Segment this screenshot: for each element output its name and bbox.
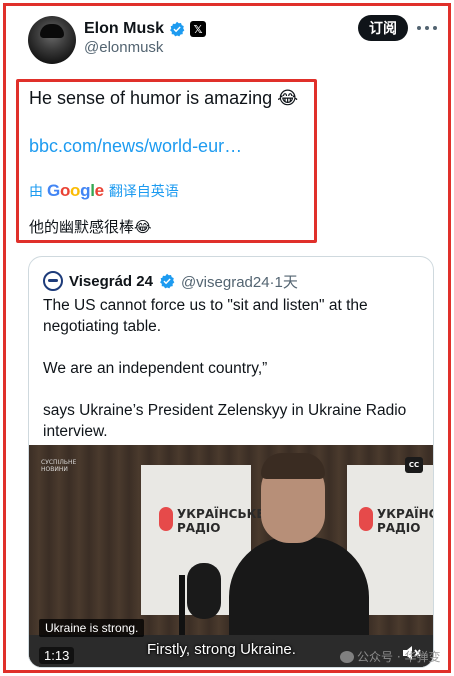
quoted-paragraph: We are an independent country,” [43,360,268,377]
more-options-icon[interactable] [417,18,437,38]
radio-logo-mark [159,507,173,531]
radio-brand-text: УКРАЇНСЬКЕРАДІО [177,507,265,535]
author-name-row: Elon Musk 𝕏 [84,18,207,40]
x-affiliation-icon: 𝕏 [190,21,207,37]
translate-source-link[interactable]: 翻译自英语 [109,181,179,201]
quoted-verified-badge-icon [160,273,175,289]
quoted-tweet-card[interactable]: Visegrád 24 @visegrad24·1天 The US cannot… [28,256,434,668]
wechat-icon [340,650,354,663]
tweet-link[interactable]: bbc.com/news/world-eur… [29,136,242,157]
quoted-tweet-header: Visegrád 24 @visegrad24·1天 [43,270,298,292]
tweet-text: He sense of humor is amazing 😂 [29,88,299,108]
quoted-author-avatar[interactable] [43,271,63,291]
speaker-hair [261,453,325,479]
microphone-icon [187,563,221,619]
quoted-paragraph: The US cannot force us to "sit and liste… [43,297,368,335]
author-display-name[interactable]: Elon Musk [84,20,164,38]
author-handle[interactable]: @elonmusk [84,39,163,56]
quoted-author-handle-time: @visegrad24·1天 [180,273,298,291]
quoted-paragraph: says Ukraine’s President Zelenskyy in Uk… [43,402,407,440]
verified-badge-icon [170,21,185,37]
google-logo: Google [47,181,104,200]
video-duration: 1:13 [39,647,75,664]
watermark-text: 公众号 · 华弹变 [357,650,441,664]
author-avatar[interactable] [28,16,76,64]
subscribe-button[interactable]: 订阅 [358,15,408,41]
video-player[interactable]: УКРАЇНСЬКЕРАДІО УКРАЇНСЬКЕРАДІО СУСПІЛЬН… [29,445,433,667]
quoted-tweet-body: The US cannot force us to "sit and liste… [43,295,423,442]
video-caption-small: Ukraine is strong. [39,619,145,637]
closed-captions-icon[interactable]: CC [405,457,423,473]
channel-logo: СУСПІЛЬНЕ НОВИНИ [41,459,77,473]
quoted-author-name[interactable]: Visegrád 24 [69,273,153,290]
watermark: 公众号 · 华弹变 [340,648,440,665]
radio-brand-text: УКРАЇНСЬКЕРАДІО [377,507,433,535]
translated-text: 他的幽默感很棒😂 [29,218,152,236]
translate-by-label: 由 [29,184,43,200]
video-caption-big: Firstly, strong Ukraine. [147,641,296,658]
translation-attribution: 由 Google 翻译自英语 [29,181,179,201]
